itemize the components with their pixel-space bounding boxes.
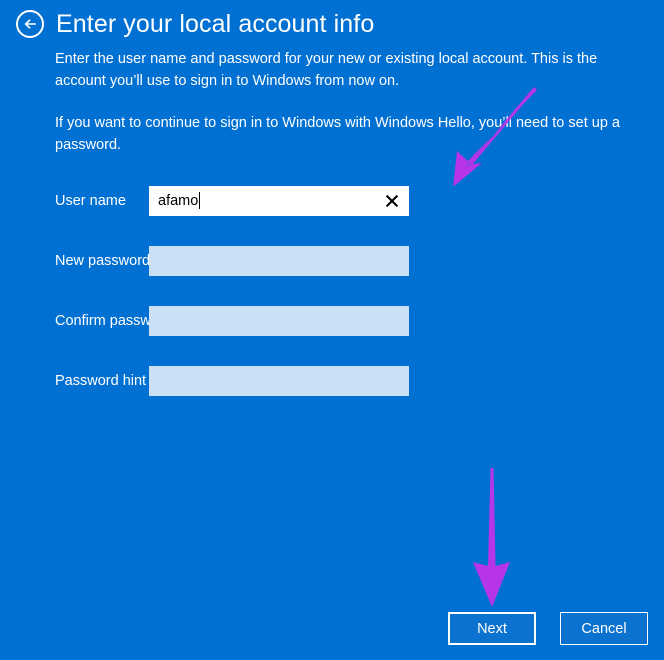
form-row-password-hint: Password hint [0,366,664,396]
back-button[interactable] [16,10,44,38]
username-input-value: afamo [158,193,199,209]
confirm-password-label: Confirm password [55,313,172,329]
dialog-footer: Next Cancel [0,612,664,645]
new-password-label: New password [55,253,151,269]
new-password-input[interactable] [149,246,409,276]
username-input[interactable]: afamo [149,186,409,216]
description-paragraph-2: If you want to continue to sign in to Wi… [55,115,620,153]
cancel-button[interactable]: Cancel [560,612,648,645]
password-hint-label: Password hint [55,373,147,389]
page-title: Enter your local account info [56,9,375,38]
close-icon[interactable] [384,193,400,209]
form-row-username: User name afamo [0,186,664,216]
form-row-new-password: New password [0,246,664,276]
username-label: User name [55,193,126,209]
local-account-form: User name afamo New password Confirm pas… [0,186,664,396]
next-button[interactable]: Next [448,612,536,645]
description-paragraph-1: Enter the user name and password for you… [55,51,598,89]
text-caret [199,191,201,209]
form-row-confirm-password: Confirm password [0,306,664,336]
confirm-password-input[interactable] [149,306,409,336]
page-header: Enter your local account info [0,0,664,38]
arrow-left-circle-icon [22,16,38,32]
password-hint-input[interactable] [149,366,409,396]
arrow-pointing-to-next-button [455,466,535,616]
